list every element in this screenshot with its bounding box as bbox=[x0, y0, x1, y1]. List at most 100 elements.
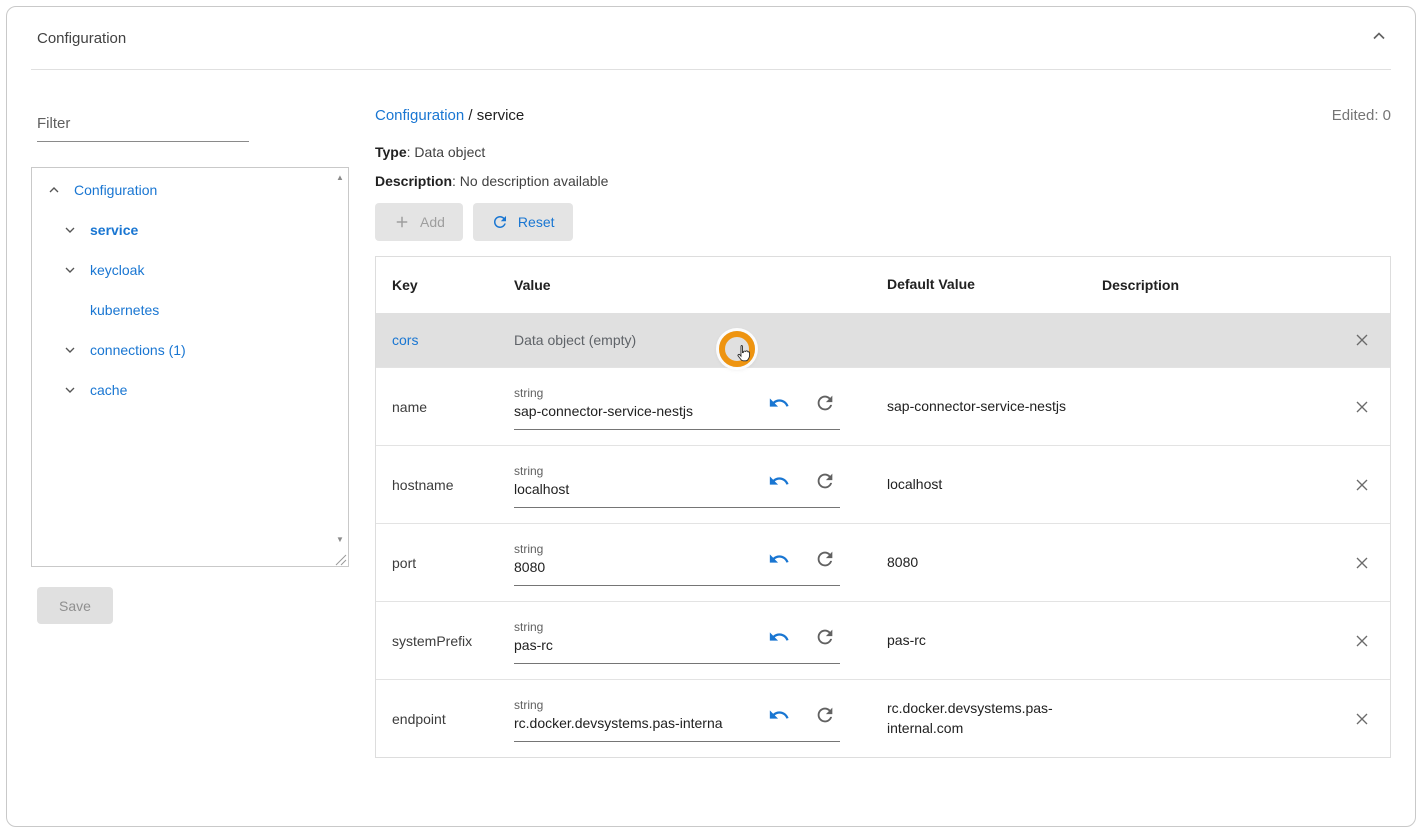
panel-header: Configuration bbox=[7, 7, 1415, 69]
table-row: port string 8080 808 bbox=[376, 523, 1390, 601]
header-default-value: Default Value bbox=[887, 275, 1102, 295]
tree-item-label[interactable]: Configuration bbox=[74, 182, 157, 198]
refresh-icon bbox=[814, 392, 836, 414]
tree-item-cache[interactable]: cache bbox=[32, 370, 348, 410]
resize-grip-icon[interactable] bbox=[335, 553, 347, 565]
config-table: Key Value Default Value Description cors… bbox=[375, 256, 1391, 758]
type-line: Type: Data object bbox=[375, 144, 1391, 160]
reset-value-button[interactable] bbox=[814, 548, 836, 570]
chevron-down-icon[interactable] bbox=[58, 258, 82, 282]
value-input-text[interactable]: localhost bbox=[514, 481, 752, 497]
reset-button-label: Reset bbox=[518, 214, 555, 230]
value-input[interactable]: string pas-rc bbox=[514, 618, 840, 664]
reset-value-button[interactable] bbox=[814, 626, 836, 648]
tree-item-label[interactable]: connections (1) bbox=[90, 342, 186, 358]
row-key: hostname bbox=[376, 477, 514, 493]
delete-row-button[interactable] bbox=[1350, 707, 1374, 731]
undo-button[interactable] bbox=[768, 626, 790, 648]
header-key: Key bbox=[376, 277, 514, 293]
type-value: : Data object bbox=[407, 144, 486, 160]
undo-button[interactable] bbox=[768, 470, 790, 492]
table-row: endpoint string rc.docker.devsystems.pas… bbox=[376, 679, 1390, 757]
scroll-up-arrow[interactable]: ▲ bbox=[332, 174, 348, 182]
undo-icon bbox=[768, 704, 790, 726]
tree-item-label[interactable]: service bbox=[90, 222, 138, 238]
refresh-icon bbox=[491, 213, 509, 231]
value-input-text[interactable]: rc.docker.devsystems.pas-interna bbox=[514, 715, 752, 731]
chevron-up-icon[interactable] bbox=[42, 178, 66, 202]
chevron-down-icon[interactable] bbox=[58, 218, 82, 242]
plus-icon bbox=[393, 213, 411, 231]
row-default-value: 8080 bbox=[887, 553, 1102, 573]
refresh-icon bbox=[814, 548, 836, 570]
chevron-down-icon[interactable] bbox=[58, 378, 82, 402]
type-label: Type bbox=[375, 144, 407, 160]
tree-item-service[interactable]: service bbox=[32, 210, 348, 250]
reset-value-button[interactable] bbox=[814, 704, 836, 726]
value-input[interactable]: string sap-connector-service-nestjs bbox=[514, 384, 840, 430]
tree-item-connections[interactable]: connections (1) bbox=[32, 330, 348, 370]
value-input[interactable]: string 8080 bbox=[514, 540, 840, 586]
edited-counter: Edited: 0 bbox=[1332, 107, 1391, 124]
breadcrumb-configuration-link[interactable]: Configuration bbox=[375, 107, 464, 124]
close-icon bbox=[1352, 709, 1372, 729]
undo-button[interactable] bbox=[768, 392, 790, 414]
row-key: systemPrefix bbox=[376, 633, 514, 649]
config-tree: Configuration service keycloak bbox=[31, 167, 349, 567]
tree-item-configuration[interactable]: Configuration bbox=[32, 170, 348, 210]
row-default-value: localhost bbox=[887, 475, 1102, 495]
row-key-link[interactable]: cors bbox=[376, 332, 514, 348]
undo-icon bbox=[768, 470, 790, 492]
value-type-label: string bbox=[514, 386, 840, 400]
value-type-label: string bbox=[514, 698, 840, 712]
reset-value-button[interactable] bbox=[814, 392, 836, 414]
value-type-label: string bbox=[514, 464, 840, 478]
delete-row-button[interactable] bbox=[1350, 328, 1374, 352]
delete-row-button[interactable] bbox=[1350, 473, 1374, 497]
delete-row-button[interactable] bbox=[1350, 395, 1374, 419]
tree-item-label[interactable]: cache bbox=[90, 382, 127, 398]
undo-icon bbox=[768, 626, 790, 648]
breadcrumb: Configuration / service bbox=[375, 107, 524, 124]
value-input-text[interactable]: 8080 bbox=[514, 559, 752, 575]
filter-input[interactable] bbox=[37, 110, 249, 141]
tree-item-label[interactable]: keycloak bbox=[90, 262, 144, 278]
scroll-down-arrow[interactable]: ▼ bbox=[332, 536, 348, 544]
value-input[interactable]: string rc.docker.devsystems.pas-interna bbox=[514, 696, 840, 742]
table-header-row: Key Value Default Value Description bbox=[376, 257, 1390, 313]
undo-button[interactable] bbox=[768, 704, 790, 726]
refresh-icon bbox=[814, 470, 836, 492]
row-key: port bbox=[376, 555, 514, 571]
value-input-text[interactable]: pas-rc bbox=[514, 637, 752, 653]
value-input[interactable]: string localhost bbox=[514, 462, 840, 508]
configuration-panel: Configuration Configuration bbox=[6, 6, 1416, 827]
undo-button[interactable] bbox=[768, 548, 790, 570]
add-button[interactable]: Add bbox=[375, 203, 463, 241]
tree-item-kubernetes[interactable]: kubernetes bbox=[32, 290, 348, 330]
row-default-value: pas-rc bbox=[887, 631, 1102, 651]
delete-row-button[interactable] bbox=[1350, 629, 1374, 653]
value-type-label: string bbox=[514, 542, 840, 556]
table-row-cors[interactable]: cors Data object (empty) bbox=[376, 313, 1390, 367]
reset-value-button[interactable] bbox=[814, 470, 836, 492]
row-key: name bbox=[376, 399, 514, 415]
close-icon bbox=[1352, 553, 1372, 573]
header-description: Description bbox=[1102, 277, 1334, 293]
tree-item-label[interactable]: kubernetes bbox=[90, 302, 159, 318]
reset-button[interactable]: Reset bbox=[473, 203, 573, 241]
value-input-text[interactable]: sap-connector-service-nestjs bbox=[514, 403, 752, 419]
collapse-panel-button[interactable] bbox=[1369, 26, 1389, 51]
close-icon bbox=[1352, 397, 1372, 417]
chevron-up-icon bbox=[1369, 26, 1389, 46]
tree-scrollbar[interactable]: ▲ ▼ bbox=[332, 168, 348, 566]
description-label: Description bbox=[375, 173, 452, 189]
delete-row-button[interactable] bbox=[1350, 551, 1374, 575]
close-icon bbox=[1352, 475, 1372, 495]
chevron-down-icon[interactable] bbox=[58, 338, 82, 362]
tree-item-keycloak[interactable]: keycloak bbox=[32, 250, 348, 290]
save-button[interactable]: Save bbox=[37, 587, 113, 624]
table-row: name string sap-connector-service-nestjs bbox=[376, 367, 1390, 445]
undo-icon bbox=[768, 548, 790, 570]
row-key: endpoint bbox=[376, 711, 514, 727]
close-icon bbox=[1352, 631, 1372, 651]
